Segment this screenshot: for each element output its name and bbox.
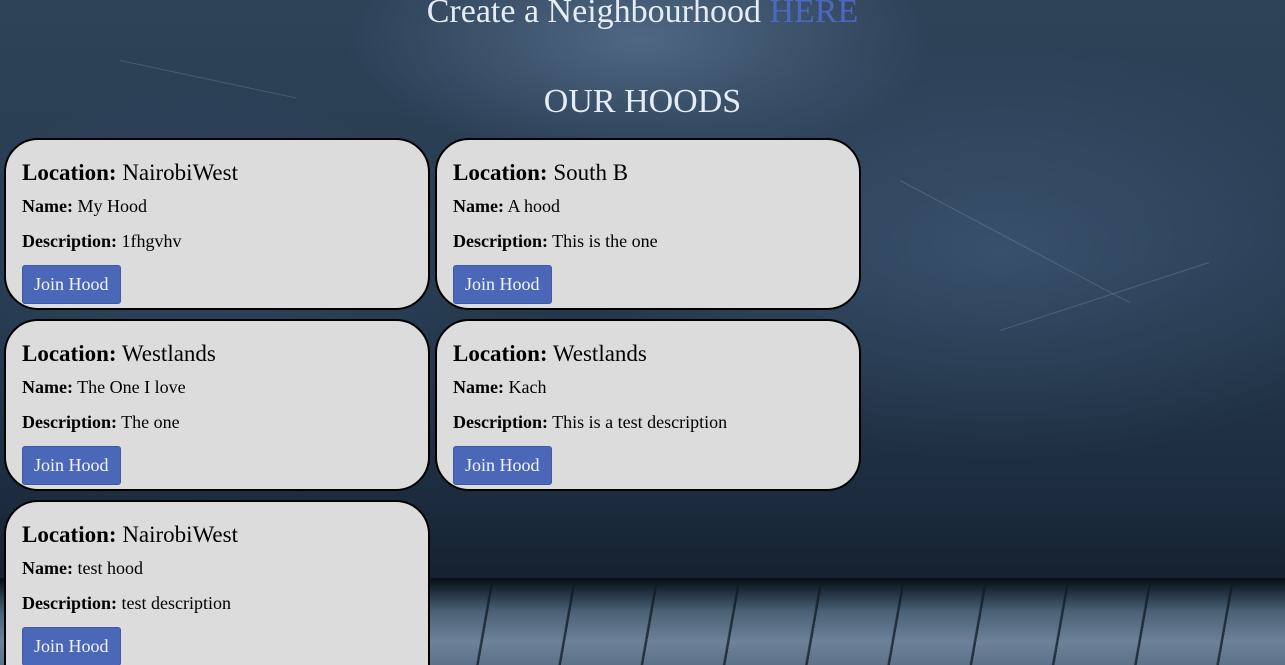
hood-description: Description: This is a test description [453, 410, 844, 434]
location-label: Location: [453, 160, 548, 185]
join-hood-button[interactable]: Join Hood [22, 265, 121, 304]
hood-description: Description: The one [22, 410, 413, 434]
location-value: Westlands [552, 341, 647, 366]
hood-card: Location: NairobiWest Name: test hood De… [4, 500, 430, 665]
join-hood-button[interactable]: Join Hood [453, 446, 552, 485]
description-label: Description: [22, 412, 117, 432]
hood-card: Location: South B Name: A hood Descripti… [435, 138, 861, 310]
hood-name: Name: The One I love [22, 375, 413, 399]
name-label: Name: [453, 377, 504, 397]
join-hood-button[interactable]: Join Hood [453, 265, 552, 304]
name-value: Kach [508, 377, 547, 397]
description-label: Description: [453, 412, 548, 432]
hood-name: Name: A hood [453, 194, 844, 218]
hood-card: Location: Westlands Name: The One I love… [4, 319, 430, 491]
create-neighbourhood-text: Create a Neighbourhood [426, 0, 761, 30]
create-neighbourhood-link[interactable]: HERE [769, 0, 858, 30]
join-hood-button[interactable]: Join Hood [22, 627, 121, 665]
description-value: 1fhgvhv [121, 231, 182, 251]
location-label: Location: [22, 341, 117, 366]
name-label: Name: [22, 377, 73, 397]
wall-crack [999, 262, 1210, 331]
name-value: test hood [77, 558, 143, 578]
hood-description: Description: This is the one [453, 229, 844, 253]
hood-location: Location: Westlands [453, 339, 844, 369]
name-label: Name: [22, 558, 73, 578]
hood-name: Name: test hood [22, 556, 413, 580]
description-value: The one [121, 412, 180, 432]
location-value: Westlands [121, 341, 216, 366]
hood-location: Location: South B [453, 158, 844, 188]
location-value: NairobiWest [122, 160, 238, 185]
description-label: Description: [22, 593, 117, 613]
hood-location: Location: Westlands [22, 339, 413, 369]
description-value: test description [121, 593, 231, 613]
description-label: Description: [453, 231, 548, 251]
join-hood-button[interactable]: Join Hood [22, 446, 121, 485]
hood-name: Name: My Hood [22, 194, 413, 218]
location-label: Location: [453, 341, 548, 366]
hood-description: Description: test description [22, 591, 413, 615]
name-label: Name: [22, 196, 73, 216]
hood-description: Description: 1fhgvhv [22, 229, 413, 253]
location-value: NairobiWest [122, 522, 238, 547]
location-label: Location: [22, 522, 117, 547]
name-label: Name: [453, 196, 504, 216]
create-neighbourhood-heading: Create a Neighbourhood HERE [0, 0, 1285, 32]
hood-card: Location: NairobiWest Name: My Hood Desc… [4, 138, 430, 310]
hood-location: Location: NairobiWest [22, 520, 413, 550]
description-value: This is the one [552, 231, 658, 251]
hood-location: Location: NairobiWest [22, 158, 413, 188]
hood-name: Name: Kach [453, 375, 844, 399]
our-hoods-title: OUR HOODS [543, 83, 742, 120]
name-value: The One I love [77, 377, 186, 397]
description-label: Description: [22, 231, 117, 251]
name-value: My Hood [77, 196, 147, 216]
location-value: South B [553, 160, 629, 185]
location-label: Location: [22, 160, 117, 185]
wall-crack [899, 180, 1130, 304]
hood-card: Location: Westlands Name: Kach Descripti… [435, 319, 861, 491]
description-value: This is a test description [552, 412, 728, 432]
name-value: A hood [507, 196, 561, 216]
